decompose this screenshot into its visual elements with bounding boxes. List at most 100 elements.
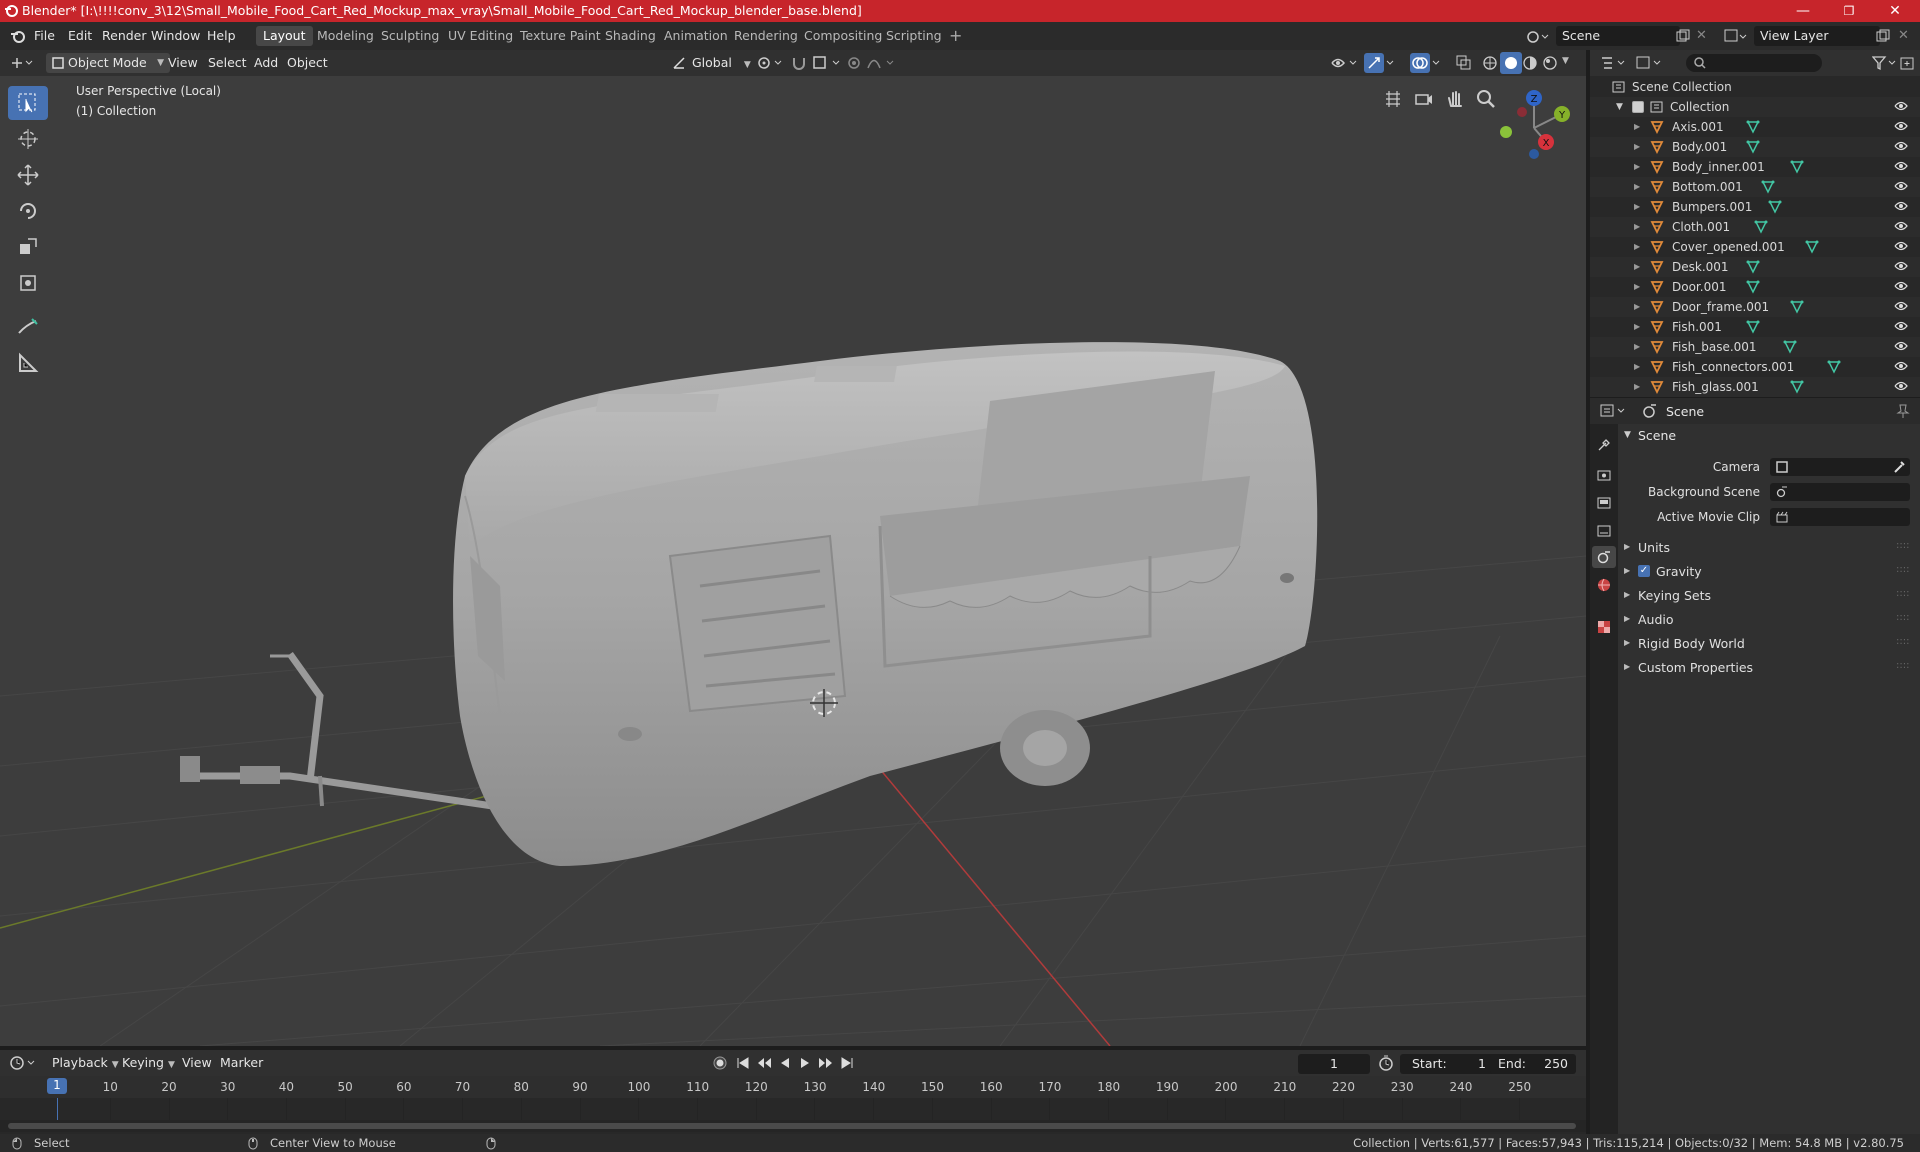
outliner-object-row[interactable]: ▶ Fish.001 [1590,317,1920,337]
scene-name-field[interactable]: Scene [1556,26,1680,46]
cursor-tool[interactable] [8,122,48,156]
current-frame-indicator[interactable]: 1 [47,1078,67,1094]
camera-field[interactable] [1770,458,1910,476]
mesh-data-icon[interactable] [1783,340,1797,354]
mesh-data-icon[interactable] [1790,160,1804,174]
visibility-eye-icon[interactable] [1894,281,1908,291]
mesh-data-icon[interactable] [1790,300,1804,314]
expand-arrow-icon[interactable]: ▶ [1634,277,1640,297]
tab-scripting[interactable]: Scripting [879,26,949,46]
outliner-search-input[interactable] [1686,54,1822,72]
visibility-eye-icon[interactable] [1894,121,1908,131]
world-tab-icon[interactable] [1597,578,1611,592]
menu-edit[interactable]: Edit [68,28,92,43]
outliner-object-row[interactable]: ▶ Desk.001 [1590,257,1920,277]
view-layer-tab-icon[interactable] [1597,524,1611,538]
menu-view[interactable]: View [168,53,198,73]
play-icon[interactable] [798,1056,812,1070]
timeline-editor-type-icon[interactable] [10,1055,38,1071]
expand-arrow-icon[interactable]: ▶ [1634,157,1640,177]
scale-tool[interactable] [8,230,48,264]
tool-tab-icon[interactable] [1597,438,1611,452]
menu-render[interactable]: Render [102,28,147,43]
start-frame-field[interactable]: Start: 1 [1400,1054,1496,1074]
visibility-eye-icon[interactable] [1894,301,1908,311]
mesh-data-icon[interactable] [1761,180,1775,194]
pan-view-icon[interactable] [1444,88,1466,110]
expand-arrow-icon[interactable]: ▼ [1616,97,1623,117]
editor-type-icon[interactable] [10,55,36,71]
solid-shading-icon[interactable] [1500,52,1522,74]
xray-toggle-icon[interactable] [1456,55,1472,71]
expand-arrow-icon[interactable]: ▶ [1634,197,1640,217]
display-mode-icon[interactable] [1636,55,1664,71]
tab-rendering[interactable]: Rendering [727,26,805,46]
maximize-button[interactable]: ❐ [1826,0,1872,22]
mesh-data-icon[interactable] [1746,320,1760,334]
blender-menu-icon[interactable] [10,29,26,43]
mesh-data-icon[interactable] [1746,140,1760,154]
measure-tool[interactable] [8,346,48,380]
transform-orientation-dropdown[interactable]: Global ▼ [670,53,768,73]
proportional-falloff-icon[interactable] [866,55,896,71]
annotate-tool[interactable] [8,310,48,344]
visibility-eye-icon[interactable] [1894,341,1908,351]
shading-options-chevron-icon[interactable]: ▼ [1562,56,1569,66]
outliner-object-row[interactable]: ▶ Bottom.001 [1590,177,1920,197]
overlays-toggle-icon[interactable] [1410,53,1442,73]
menu-keying[interactable]: Keying ▼ [122,1053,175,1073]
scene-section-header[interactable]: ▼ Scene [1624,428,1914,448]
select-box-tool[interactable] [8,86,48,120]
outliner-object-row[interactable]: ▶ Cloth.001 [1590,217,1920,237]
3d-viewport[interactable]: User Perspective (Local) (1) Collection … [0,76,1586,1046]
preview-range-icon[interactable] [1378,1055,1394,1071]
menu-select[interactable]: Select [208,53,247,73]
outliner-object-row[interactable]: ▶ Fish_connectors.001 [1590,357,1920,377]
scene-tab[interactable] [1592,546,1616,568]
outliner-scene-collection-row[interactable]: Scene Collection [1590,77,1920,97]
mesh-data-icon[interactable] [1805,240,1819,254]
move-tool[interactable] [8,158,48,192]
tab-shading[interactable]: Shading [598,26,663,46]
expand-arrow-icon[interactable]: ▶ [1634,237,1640,257]
delete-view-layer-icon[interactable]: ✕ [1898,28,1909,43]
scene-selector-icon[interactable] [1526,28,1552,44]
collection-exclude-checkbox[interactable] [1632,101,1644,113]
rotate-tool[interactable] [8,194,48,228]
outliner-collection-row[interactable]: ▼ Collection [1590,97,1920,117]
outliner-object-row[interactable]: ▶ Body.001 [1590,137,1920,157]
tab-modeling[interactable]: Modeling [310,26,381,46]
visibility-eye-icon[interactable] [1894,201,1908,211]
eyedropper-icon[interactable] [1892,460,1906,474]
visibility-eye-icon[interactable] [1894,181,1908,191]
expand-arrow-icon[interactable]: ▶ [1634,217,1640,237]
visibility-eye-icon[interactable] [1894,141,1908,151]
visibility-eye-icon[interactable] [1894,361,1908,371]
outliner-object-row[interactable]: ▶ Axis.001 [1590,117,1920,137]
camera-view-icon[interactable] [1413,88,1435,110]
gravity-checkbox[interactable]: ✓ [1638,565,1650,577]
current-frame-field[interactable]: 1 [1298,1054,1370,1074]
expand-arrow-icon[interactable]: ▶ [1634,357,1640,377]
menu-playback[interactable]: Playback ▼ [52,1053,119,1073]
menu-window[interactable]: Window [151,28,200,43]
output-tab-icon[interactable] [1597,496,1611,510]
snap-toggle-icon[interactable] [790,54,808,72]
play-reverse-icon[interactable] [778,1056,792,1070]
snap-element-icon[interactable] [812,55,842,71]
mesh-data-icon[interactable] [1746,280,1760,294]
mesh-data-icon[interactable] [1827,360,1841,374]
minimize-button[interactable]: — [1780,0,1826,22]
tab-layout[interactable]: Layout [256,26,313,46]
delete-scene-icon[interactable]: ✕ [1696,28,1707,43]
rendered-shading-icon[interactable] [1542,55,1558,71]
background-scene-field[interactable] [1770,483,1910,501]
outliner-object-row[interactable]: ▶ Bumpers.001 [1590,197,1920,217]
expand-arrow-icon[interactable]: ▶ [1634,137,1640,157]
mesh-data-icon[interactable] [1754,220,1768,234]
visibility-eye-icon[interactable] [1894,241,1908,251]
jump-end-icon[interactable] [840,1056,854,1070]
view-layer-selector-icon[interactable] [1724,28,1750,44]
view-layer-field[interactable]: View Layer [1754,26,1880,46]
outliner-object-row[interactable]: ▶ Cover_opened.001 [1590,237,1920,257]
